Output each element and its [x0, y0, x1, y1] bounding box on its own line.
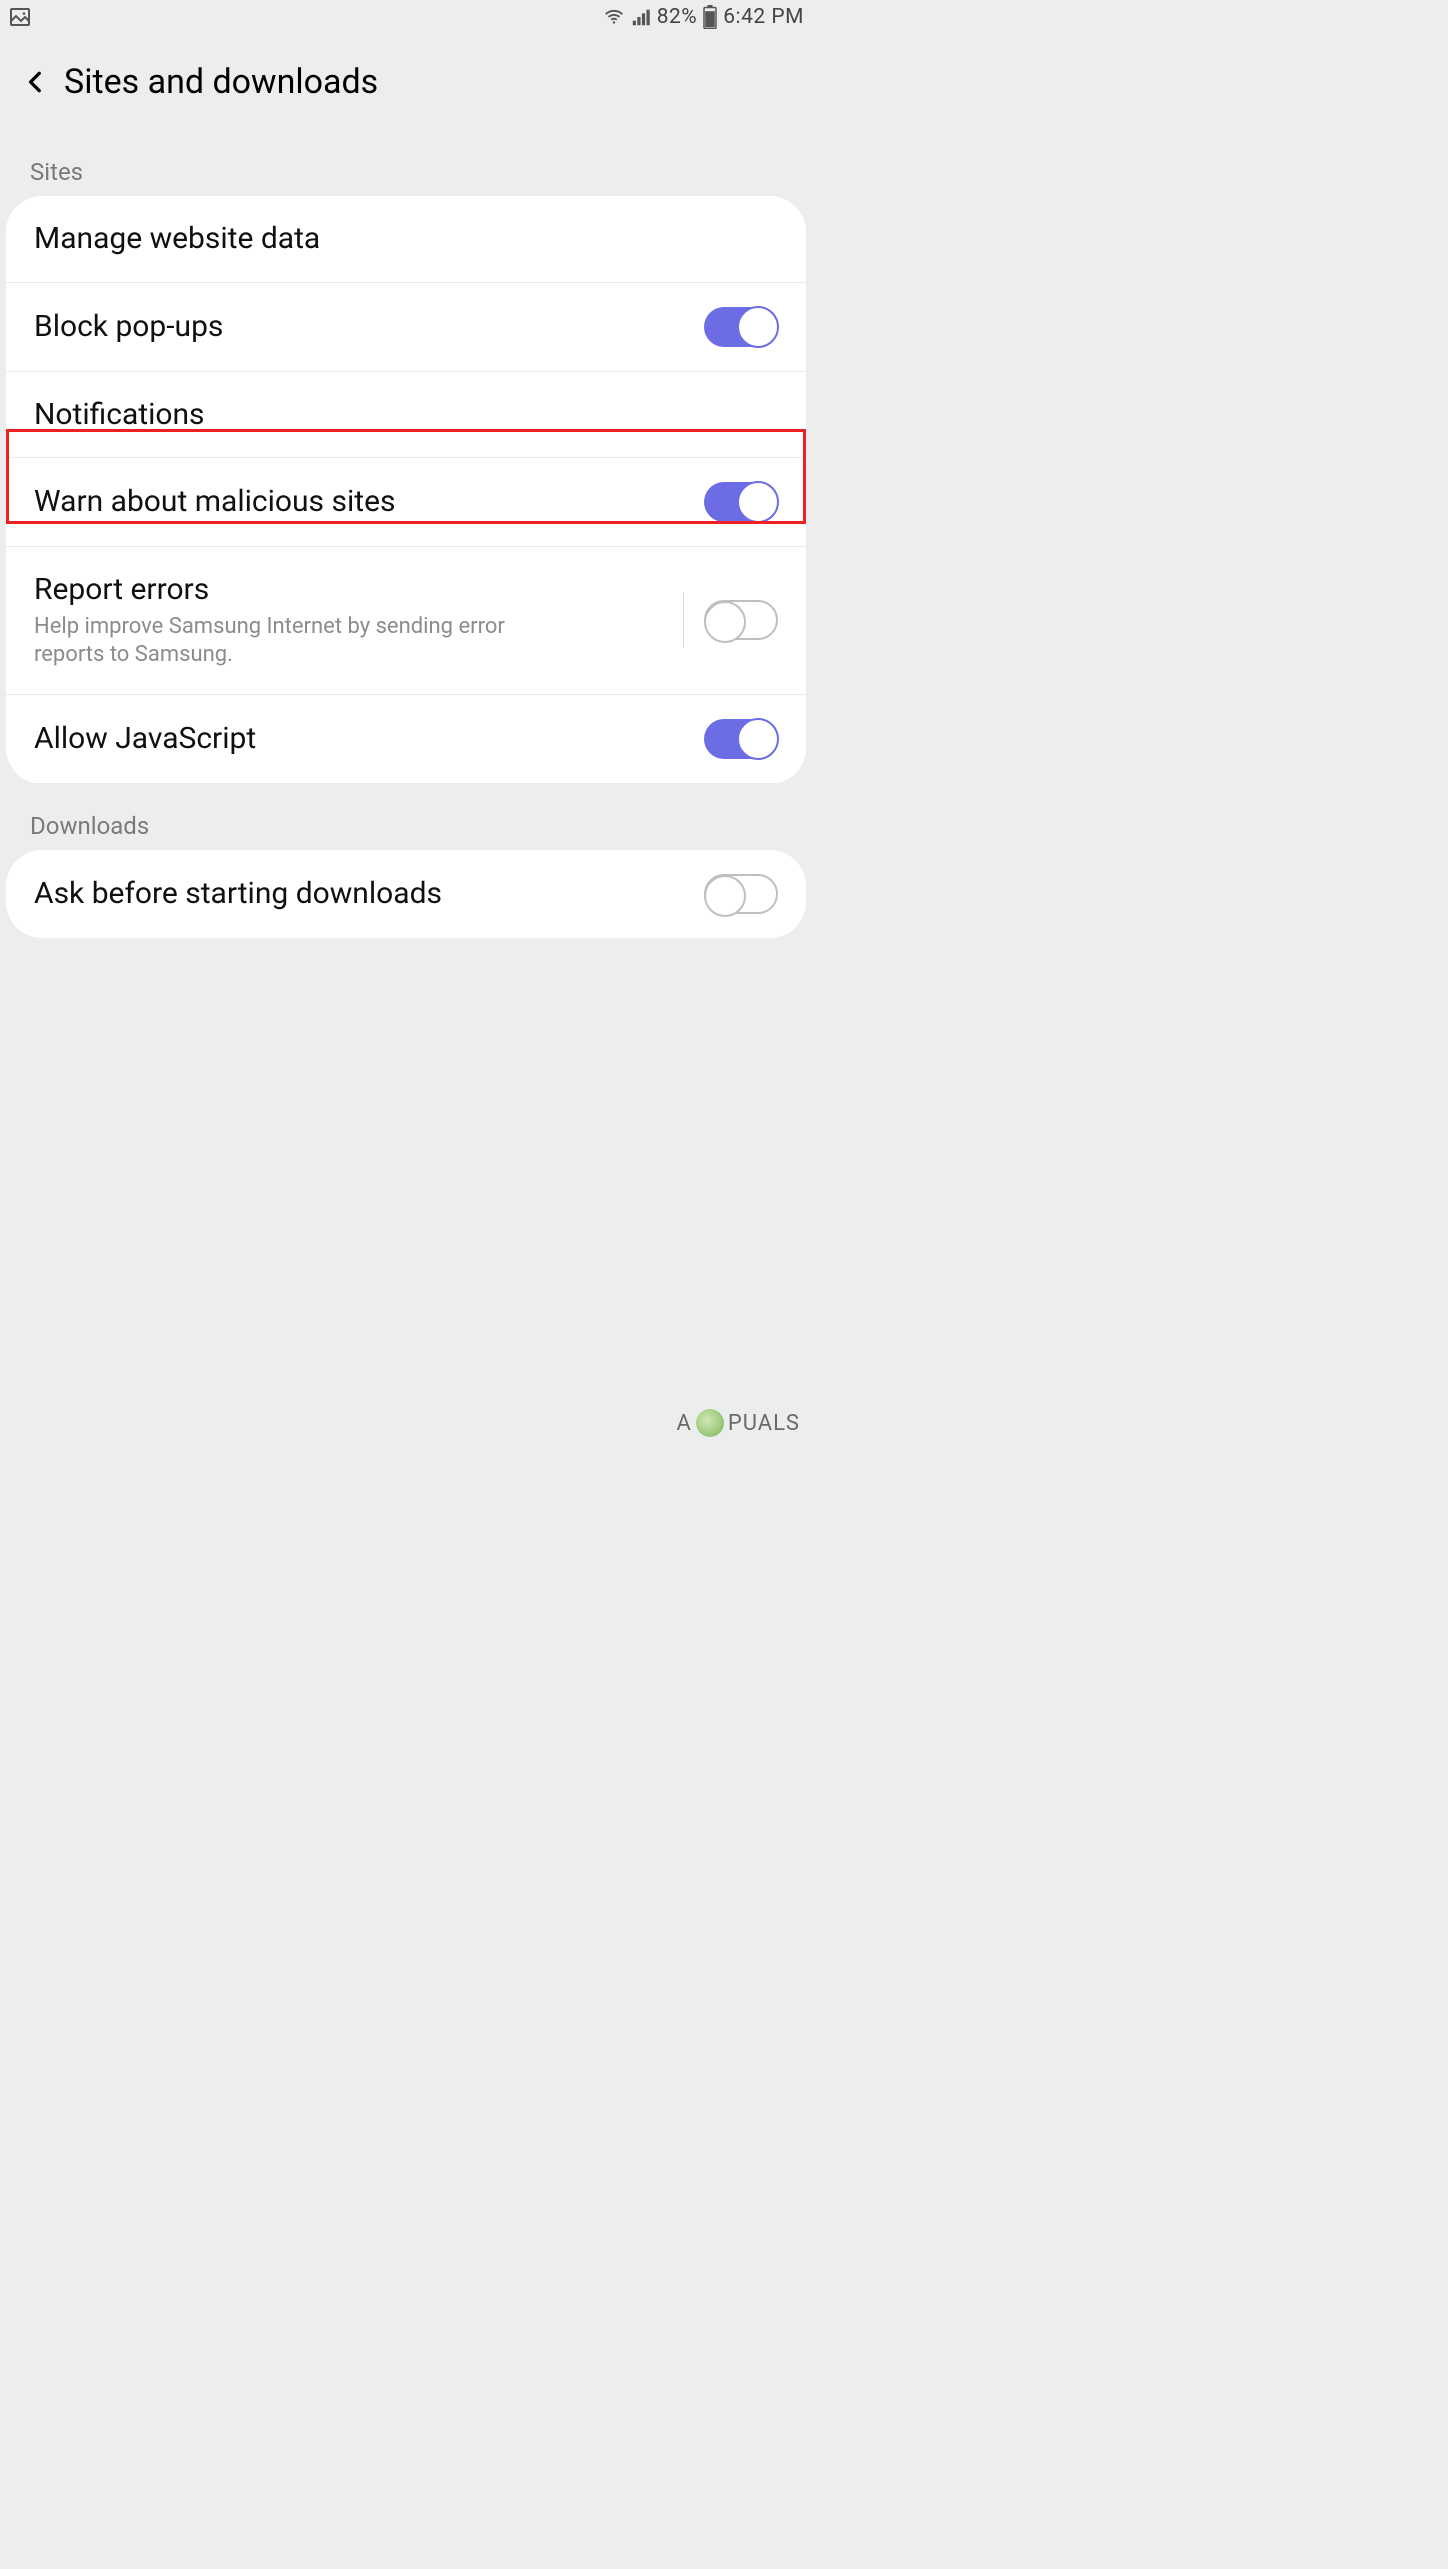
row-ask-before-download[interactable]: Ask before starting downloads [6, 850, 806, 938]
row-allow-javascript[interactable]: Allow JavaScript [6, 695, 806, 784]
divider [683, 592, 684, 648]
row-title: Report errors [34, 571, 663, 609]
row-block-popups[interactable]: Block pop-ups [6, 283, 806, 372]
watermark-text-left: A [676, 1411, 691, 1436]
toggle-allow-javascript[interactable] [704, 719, 778, 759]
downloads-card: Ask before starting downloads [6, 850, 806, 938]
row-title: Block pop-ups [34, 308, 704, 346]
row-title: Ask before starting downloads [34, 875, 704, 913]
page-title: Sites and downloads [64, 62, 378, 102]
row-manage-website-data[interactable]: Manage website data [6, 196, 806, 283]
chevron-left-icon [23, 69, 49, 95]
row-subtitle: Help improve Samsung Internet by sending… [34, 613, 534, 670]
watermark-logo-icon [696, 1409, 724, 1437]
row-notifications[interactable]: Notifications [6, 372, 806, 459]
signal-icon [630, 6, 652, 28]
row-title: Notifications [34, 396, 778, 434]
clock-time: 6:42 PM [723, 5, 804, 29]
battery-percentage: 82% [657, 5, 698, 29]
wifi-icon [603, 6, 625, 28]
row-report-errors[interactable]: Report errors Help improve Samsung Inter… [6, 547, 806, 695]
sites-card: Manage website data Block pop-ups Notifi… [6, 196, 806, 784]
page-header: Sites and downloads [0, 34, 812, 130]
watermark: A PUALS [676, 1409, 800, 1437]
row-title: Warn about malicious sites [34, 483, 704, 521]
toggle-block-popups[interactable] [704, 307, 778, 347]
toggle-report-errors[interactable] [704, 600, 778, 640]
back-button[interactable] [14, 60, 58, 104]
row-warn-malicious[interactable]: Warn about malicious sites [6, 458, 806, 547]
row-title: Manage website data [34, 220, 778, 258]
section-header-downloads: Downloads [0, 784, 812, 850]
picture-icon [8, 5, 32, 29]
toggle-ask-before-download[interactable] [704, 874, 778, 914]
watermark-text-right: PUALS [728, 1411, 800, 1436]
row-title: Allow JavaScript [34, 720, 704, 758]
status-bar: 82% 6:42 PM [0, 0, 812, 34]
section-header-sites: Sites [0, 130, 812, 196]
toggle-warn-malicious[interactable] [704, 482, 778, 522]
battery-icon [702, 5, 718, 29]
